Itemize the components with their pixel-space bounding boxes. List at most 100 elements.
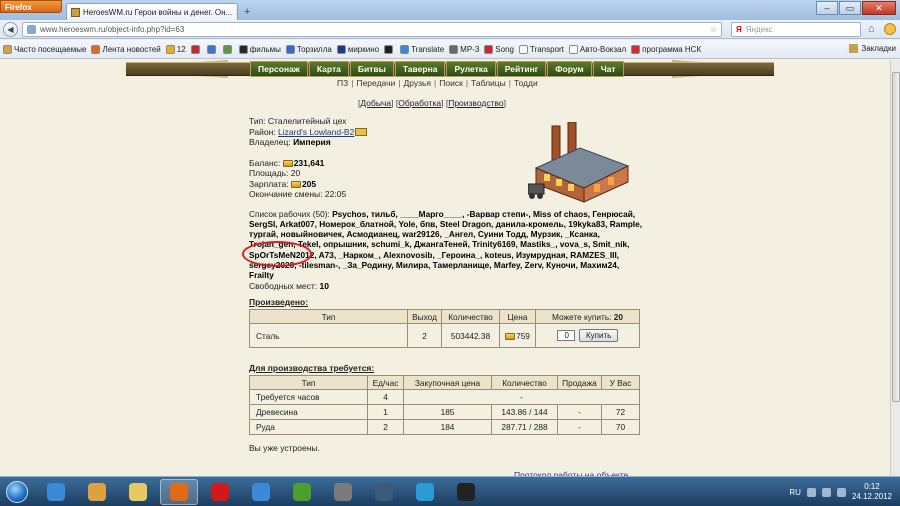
bookmark-item[interactable]: Часто посещаемые [3,44,87,54]
volume-icon[interactable] [836,487,846,497]
bookmarks-toolbar: Часто посещаемые Лента новостей 12 фильмы То… [0,40,900,59]
bookmark-item[interactable] [222,44,234,54]
menu-item-roulette[interactable]: Рулетка [446,61,496,77]
bookmark-item[interactable]: MP-3 [449,44,479,54]
col-sale: Продажа [557,375,602,390]
salary-label: Зарплата: [249,178,289,189]
cell-quantity: 503442.38 [441,323,500,348]
bookmark-item[interactable] [206,44,218,54]
cell-price: 184 [403,419,492,435]
taskbar-firefox[interactable] [160,478,198,505]
clock-time: 0:12 [864,482,880,491]
taskbar-monitor-app[interactable] [365,479,403,505]
free-places-value: 10 [319,280,329,291]
site-identity-icon[interactable] [27,25,36,34]
bookmark-item[interactable]: миркино [336,44,379,54]
back-arrow-icon[interactable]: ◀ [3,21,18,37]
gold-icon [290,180,301,188]
url-text[interactable]: www.heroeswm.ru/object-info.php?id=63 [40,25,184,34]
taskbar-file-explorer[interactable] [119,479,157,505]
col-per-hour: Ед/час [367,375,404,390]
bookmark-item[interactable]: Song [484,44,514,54]
bookmark-icon [222,44,232,54]
produced-caption: Произведено: [249,297,309,307]
taskbar-skype[interactable] [406,479,444,505]
menu-item-character[interactable]: Персонаж [250,61,308,77]
taskbar-game-app[interactable] [324,479,362,505]
table-row: Древесина 1 185 143.86 / 144 - 72 [249,404,640,420]
cell-type: Руда [249,419,368,435]
bookmark-item[interactable] [190,44,202,54]
bookmark-label: Часто посещаемые [14,44,87,54]
scrollbar-thumb[interactable] [892,72,900,402]
table-header-row: Тип Ед/час Закупочная цена Количество Пр… [249,375,640,390]
home-icon[interactable]: ⌂ [868,23,875,35]
submenu-pz[interactable]: ПЗ [337,78,348,88]
bookmark-item[interactable]: Авто-Вокзал [568,44,626,54]
bookmark-item[interactable]: Лента новостей [91,44,161,54]
bookmark-item[interactable]: программа НСК [631,44,701,54]
taskbar-internet-explorer[interactable] [37,479,75,505]
new-tab-icon[interactable]: + [244,6,250,18]
cell-output: 2 [407,323,442,348]
submenu-toddy[interactable]: Тодди [514,78,538,88]
url-bar[interactable]: www.heroeswm.ru/object-info.php?id=63 ☆ [22,22,722,37]
maximize-icon[interactable]: ▭ [839,1,861,15]
tab-extraction[interactable]: Добыча [360,98,391,108]
windows-taskbar: RU 0:12 24.12.2012 [0,476,900,506]
bookmark-item[interactable]: Transport [518,44,564,54]
tray-arrow-icon[interactable] [806,487,816,497]
col-purchase-price: Закупочная цена [403,375,492,390]
quantity-input[interactable]: 0 [556,330,575,341]
submenu-tables[interactable]: Таблицы [471,78,506,88]
submenu-friends[interactable]: Друзья [403,78,431,88]
buy-button[interactable]: Купить [579,329,619,342]
tab-close-icon[interactable]: ✕ [235,7,237,18]
area-value: 20 [290,168,301,178]
tab-processing[interactable]: Обработка [398,98,441,108]
mail-agent-icon [252,482,270,501]
bookmark-icon [165,44,175,54]
network-icon[interactable] [821,487,831,497]
window-close-icon[interactable]: ✕ [862,1,896,15]
minimize-icon[interactable]: – [816,1,838,15]
smiley-addon-icon[interactable] [884,23,896,35]
taskbar-media-app[interactable] [78,479,116,505]
language-indicator[interactable]: RU [789,488,801,497]
firefox-menu-button[interactable]: Firefox [0,0,62,13]
taskbar-mail-agent[interactable] [242,479,280,505]
workers-names: Psychos, тильб, ____Марго____, -Варвар с… [249,208,643,281]
cell-price: 185 [403,404,492,420]
menu-item-tavern[interactable]: Таверна [394,61,446,77]
bookmark-star-icon[interactable]: ☆ [710,25,717,34]
menu-item-map[interactable]: Карта [308,61,349,77]
bookmark-item[interactable]: фильмы [238,44,281,54]
page-scrollbar[interactable] [890,60,900,476]
clock[interactable]: 0:12 24.12.2012 [852,482,892,502]
submenu-search[interactable]: Поиск [439,78,463,88]
menu-item-chat[interactable]: Чат [592,61,624,77]
submenu-transfers[interactable]: Передачи [356,78,395,88]
table-row: Руда 2 184 287.71 / 288 - 70 [249,419,640,435]
menu-item-forum[interactable]: Форум [547,61,592,77]
bookmark-item[interactable]: Translate [400,44,444,54]
media-app-icon [88,482,106,501]
search-placeholder: Яндекс [745,25,773,34]
region-link[interactable]: Lizard's Lowland-B2 [278,127,354,137]
bookmarks-menu[interactable]: Закладки [846,44,896,53]
taskbar-heroes-app[interactable] [447,479,485,505]
menu-item-battles[interactable]: Битвы [349,61,394,77]
map-icon[interactable] [355,127,368,136]
tab-production[interactable]: Производство [448,98,503,108]
browser-tab[interactable]: HeroesWM.ru Герои войны и денег. Он... ✕ [66,3,238,20]
bookmark-item[interactable] [384,44,395,54]
bookmark-item[interactable]: Торзилла [285,44,332,54]
bookmark-item[interactable]: 12 [165,44,186,54]
search-input[interactable]: Я Яндекс [731,22,861,37]
menu-item-rating[interactable]: Рейтинг [496,61,547,77]
col-quantity: Количество [441,309,500,324]
taskbar-utorrent[interactable] [283,479,321,505]
start-button[interactable] [0,478,34,506]
taskbar-opera[interactable] [201,479,239,505]
browser-navbar: ◀ www.heroeswm.ru/object-info.php?id=63 … [0,20,900,39]
